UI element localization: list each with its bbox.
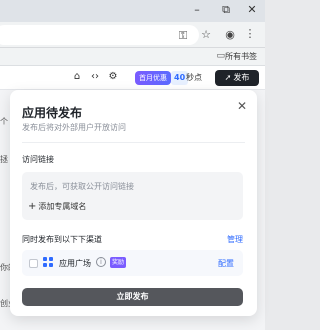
background-text: 拯 (0, 155, 8, 164)
access-link-box: 发布后，可获取公开访问链接 + 添加专属域名 (22, 172, 243, 220)
code-icon[interactable]: ‹› (89, 71, 101, 82)
menu-icon[interactable]: ⋮ (243, 27, 257, 40)
shop-icon[interactable]: ⌂ (71, 71, 83, 82)
access-link-placeholder: 发布后，可获取公开访问链接 (30, 182, 134, 191)
deal-badge[interactable]: 首月优惠 (135, 71, 171, 85)
restore-icon[interactable]: ⧉ (218, 3, 234, 17)
manage-link[interactable]: 管理 (227, 234, 243, 245)
info-icon[interactable]: i (96, 257, 106, 267)
url-input[interactable]: ⚿ (0, 25, 199, 45)
profile-icon[interactable]: ◉ (223, 28, 237, 41)
star-icon[interactable]: ☆ (199, 28, 213, 41)
publish-now-button[interactable]: 立即发布 (22, 288, 243, 306)
channel-checkbox[interactable] (29, 259, 38, 268)
settings-icon[interactable]: ⚙ (107, 71, 119, 82)
channels-label: 同时发布到以下下渠道 (22, 235, 102, 244)
minimize-icon[interactable]: – (189, 3, 205, 16)
plus-icon: + (28, 201, 37, 212)
add-domain-button[interactable]: + 添加专属域名 (28, 201, 86, 212)
countdown-unit: 秒点 (186, 73, 202, 82)
configure-link[interactable]: 配置 (218, 258, 234, 269)
all-bookmarks[interactable]: 所有书签 (225, 51, 257, 62)
bookmarks-bar: ▭ 所有书签 (0, 48, 265, 66)
app-grid-icon (43, 257, 53, 267)
publish-panel: 应用待发布 发布后将对外部用户开放访问 ✕ 访问链接 发布后，可获取公开访问链接… (10, 90, 257, 316)
channel-name: 应用广场 (59, 259, 91, 268)
folder-icon: ▭ (216, 51, 225, 61)
publish-label: 发布 (233, 73, 250, 82)
key-icon[interactable]: ⚿ (176, 29, 190, 43)
access-link-label: 访问链接 (22, 155, 54, 164)
close-window-icon[interactable]: ✕ (244, 3, 260, 16)
channel-item[interactable]: 应用广场 i 奖励 配置 (22, 250, 243, 276)
background-text: 个 (0, 117, 8, 126)
panel-subtitle: 发布后将对外部用户开放访问 (22, 123, 126, 132)
reward-badge: 奖励 (110, 257, 127, 268)
address-bar: ⚿ ☆ ◉ ⋮ (0, 22, 265, 48)
panel-title: 应用待发布 (22, 106, 83, 120)
app-toolbar: ⌂ ‹› ⚙ 首月优惠 40 秒点 ➚ 发布 (0, 66, 265, 90)
browser-titlebar: – ⧉ ✕ (0, 0, 265, 22)
divider (22, 142, 245, 143)
add-domain-label: 添加专属域名 (38, 202, 87, 211)
rocket-icon: ➚ (224, 73, 232, 82)
close-icon[interactable]: ✕ (236, 99, 248, 113)
publish-button[interactable]: ➚ 发布 (215, 70, 259, 86)
